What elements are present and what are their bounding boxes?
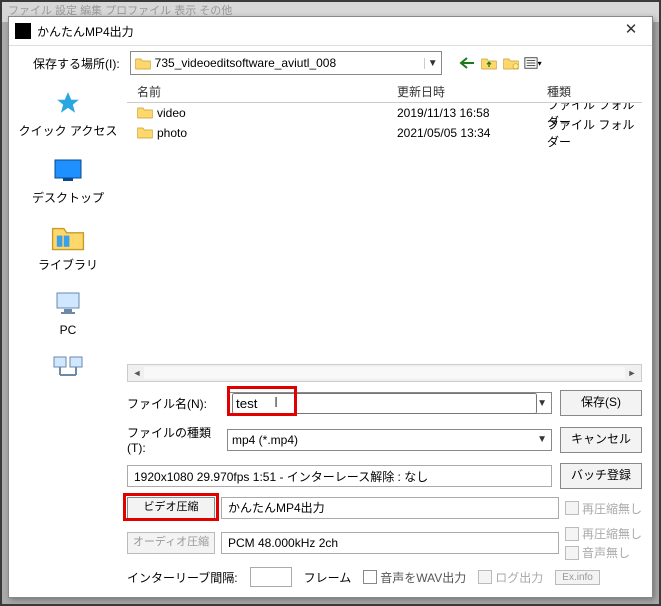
filetype-combo[interactable]: mp4 (*.mp4) ▼ xyxy=(227,429,552,451)
chevron-down-icon[interactable]: ▼ xyxy=(424,58,441,69)
frame-unit-label: フレーム xyxy=(304,569,352,586)
sidebar-item-label: PC xyxy=(13,323,123,337)
folder-icon xyxy=(137,125,153,142)
file-name: photo xyxy=(157,126,187,140)
video-info-box: 1920x1080 29.970fps 1:51 - インターレース解除 : な… xyxy=(127,465,552,487)
pc-icon xyxy=(50,289,86,319)
checkbox-label: 音声無し xyxy=(582,544,630,561)
file-list-area: 名前 更新日時 種類 video 2019/11/13 16:58 ファイル フ… xyxy=(127,80,642,382)
sidebar-item-quick-access[interactable]: クイック アクセス xyxy=(13,88,123,139)
filename-field[interactable] xyxy=(232,393,537,414)
sidebar-item-label: クイック アクセス xyxy=(13,122,123,139)
filename-label: ファイル名(N): xyxy=(127,395,219,412)
checkbox-icon xyxy=(565,501,579,515)
new-folder-icon[interactable] xyxy=(502,54,520,72)
scroll-left-icon[interactable]: ◄ xyxy=(130,368,144,378)
sidebar-item-pc[interactable]: PC xyxy=(13,289,123,337)
cancel-button[interactable]: キャンセル xyxy=(560,427,642,453)
audio-codec-button: オーディオ圧縮 xyxy=(127,532,215,554)
file-date: 2021/05/05 13:34 xyxy=(397,126,547,140)
folder-icon xyxy=(137,105,153,122)
sidebar-item-label: デスクトップ xyxy=(13,189,123,206)
folder-icon xyxy=(135,56,151,70)
save-button[interactable]: 保存(S) xyxy=(560,390,642,416)
file-date: 2019/11/13 16:58 xyxy=(397,106,547,120)
file-listing[interactable]: video 2019/11/13 16:58 ファイル フォルダー photo … xyxy=(127,103,642,364)
back-icon[interactable] xyxy=(458,54,476,72)
checkbox-icon xyxy=(565,546,579,560)
network-icon xyxy=(50,353,86,383)
dialog-title: かんたんMP4出力 xyxy=(37,23,610,40)
view-menu-icon[interactable]: ▾ xyxy=(524,54,542,72)
column-headers[interactable]: 名前 更新日時 種類 xyxy=(127,80,642,103)
wav-output-checkbox[interactable]: 音声をWAV出力 xyxy=(363,569,466,586)
video-codec-button[interactable]: ビデオ圧縮 xyxy=(127,497,215,519)
filetype-value: mp4 (*.mp4) xyxy=(232,433,298,447)
interleave-label: インターリーブ間隔: xyxy=(127,569,238,586)
desktop-icon xyxy=(50,155,86,185)
checkbox-label: 音声をWAV出力 xyxy=(380,569,466,586)
sidebar-item-library[interactable]: ライブラリ xyxy=(13,222,123,273)
checkbox-icon xyxy=(565,527,579,541)
no-audio-checkbox: 音声無し xyxy=(565,544,642,561)
library-icon xyxy=(50,222,86,252)
checkbox-label: 再圧縮無し xyxy=(582,500,642,517)
no-recompress-video-checkbox: 再圧縮無し xyxy=(565,500,642,517)
filename-input[interactable]: Ⅰ ▼ xyxy=(227,392,552,414)
column-name[interactable]: 名前 xyxy=(127,83,397,100)
up-one-level-icon[interactable] xyxy=(480,54,498,72)
save-in-label: 保存する場所(I): xyxy=(33,55,120,72)
checkbox-icon xyxy=(478,570,492,584)
titlebar: かんたんMP4出力 ✕ xyxy=(9,17,652,46)
scroll-track[interactable] xyxy=(144,367,625,379)
location-text: 735_videoeditsoftware_aviutl_008 xyxy=(155,56,424,70)
audio-codec-value: PCM 48.000kHz 2ch xyxy=(221,532,559,554)
close-button[interactable]: ✕ xyxy=(610,17,652,45)
file-name: video xyxy=(157,106,186,120)
checkbox-label: ログ出力 xyxy=(495,569,543,586)
location-toolbar: 保存する場所(I): 735_videoeditsoftware_aviutl_… xyxy=(9,46,652,80)
chevron-down-icon[interactable]: ▼ xyxy=(537,398,547,409)
checkbox-label: 再圧縮無し xyxy=(582,525,642,542)
sidebar-item-desktop[interactable]: デスクトップ xyxy=(13,155,123,206)
places-sidebar: クイック アクセス デスクトップ ライブラリ xyxy=(9,80,127,382)
app-icon xyxy=(15,23,31,39)
scroll-right-icon[interactable]: ► xyxy=(625,368,639,378)
log-output-checkbox: ログ出力 xyxy=(478,569,543,586)
save-dialog: かんたんMP4出力 ✕ 保存する場所(I): 735_videoeditsoft… xyxy=(8,16,653,598)
video-codec-value: かんたんMP4出力 xyxy=(221,497,559,519)
column-date[interactable]: 更新日時 xyxy=(397,83,547,100)
batch-register-button[interactable]: バッチ登録 xyxy=(560,463,642,489)
star-icon xyxy=(50,88,86,118)
column-type[interactable]: 種類 xyxy=(547,83,642,100)
filetype-label: ファイルの種類(T): xyxy=(127,424,219,455)
location-combo[interactable]: 735_videoeditsoftware_aviutl_008 ▼ xyxy=(130,51,442,75)
exinfo-button[interactable]: Ex.info xyxy=(555,570,600,585)
horizontal-scrollbar[interactable]: ◄ ► xyxy=(127,364,642,382)
file-type: ファイル フォルダー xyxy=(547,116,642,150)
checkbox-icon xyxy=(363,570,377,584)
bottom-panel: ファイル名(N): Ⅰ ▼ 保存(S) ファイルの種類(T): mp4 (*.m… xyxy=(9,382,652,597)
interleave-value-input[interactable] xyxy=(250,567,292,587)
no-recompress-audio-checkbox: 再圧縮無し xyxy=(565,525,642,542)
chevron-down-icon: ▾ xyxy=(538,59,542,68)
chevron-down-icon[interactable]: ▼ xyxy=(537,434,547,445)
list-item[interactable]: photo 2021/05/05 13:34 ファイル フォルダー xyxy=(127,123,642,143)
sidebar-item-label: ライブラリ xyxy=(13,256,123,273)
